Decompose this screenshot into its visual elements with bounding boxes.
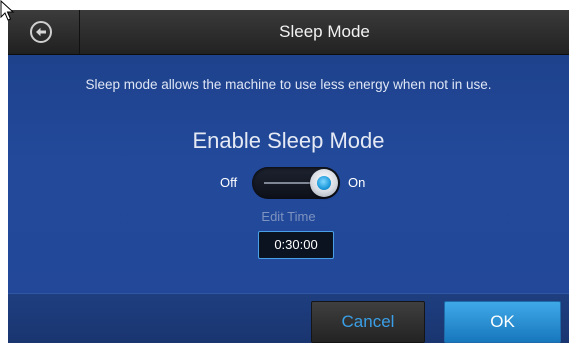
description-text: Sleep mode allows the machine to use les… (85, 77, 492, 92)
time-input[interactable]: 0:30:00 (258, 231, 334, 259)
toggle-off-label: Off (220, 175, 238, 190)
toggle-track (264, 182, 312, 184)
sleep-toggle-row: Off On (8, 167, 569, 199)
back-button[interactable] (8, 10, 80, 54)
mouse-pointer-icon (0, 0, 15, 21)
page-title: Sleep Mode (279, 22, 370, 41)
enable-sleep-heading: Enable Sleep Mode (192, 128, 385, 153)
sleep-mode-screen: Sleep Mode Sleep mode allows the machine… (8, 10, 569, 343)
bottom-bar: Cancel OK (8, 293, 569, 343)
edit-time-label: Edit Time (261, 209, 316, 224)
toggle-on-label: On (348, 175, 366, 190)
title-bar: Sleep Mode (8, 10, 569, 55)
sleep-mode-toggle[interactable] (252, 167, 340, 199)
cancel-button[interactable]: Cancel (311, 301, 425, 343)
toggle-indicator-icon (317, 176, 331, 190)
toggle-knob[interactable] (310, 169, 338, 197)
back-arrow-icon (30, 21, 52, 43)
ok-button[interactable]: OK (444, 301, 561, 343)
